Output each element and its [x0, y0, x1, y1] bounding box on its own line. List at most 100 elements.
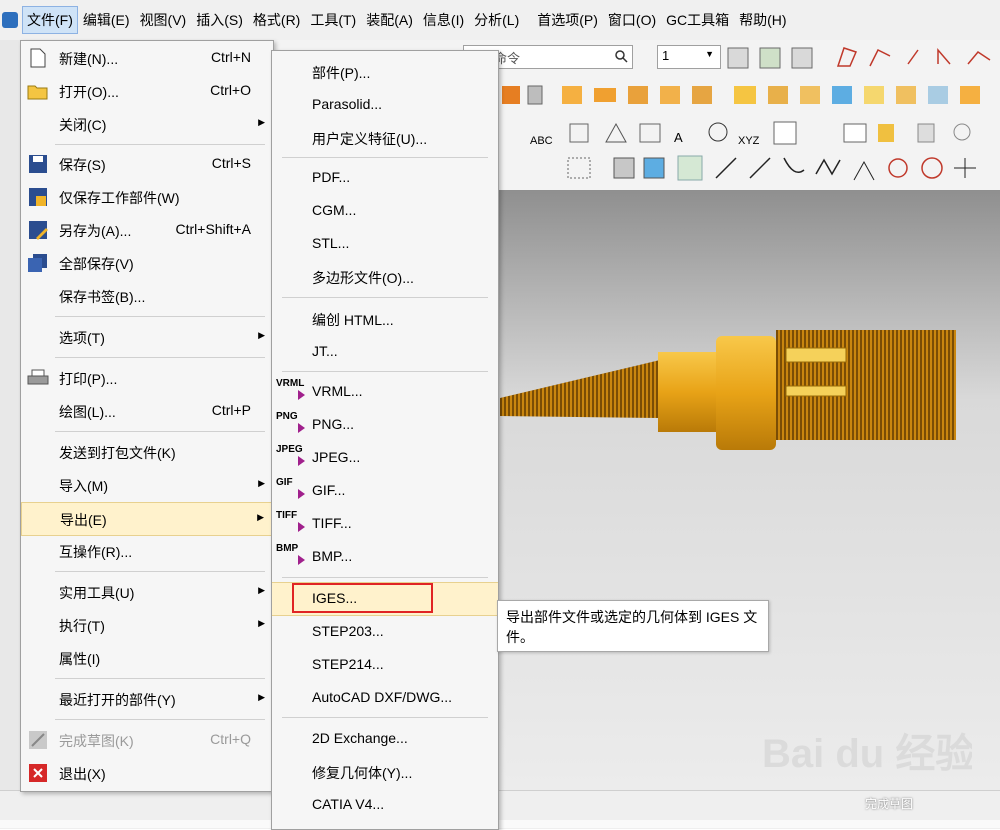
export-udf-item[interactable]: 用户定义特征(U)... — [272, 122, 498, 154]
status-bar — [0, 820, 1000, 828]
printer-icon — [25, 365, 51, 391]
toolbar-row3-icons: ABC A XYZ — [530, 121, 971, 147]
export-png-item[interactable]: PNG PNG... — [272, 409, 498, 441]
menu-separator — [282, 297, 488, 298]
export-bmp-item[interactable]: BMP BMP... — [272, 541, 498, 573]
export-step214-item[interactable]: STEP214... — [272, 649, 498, 681]
xyz-label: XYZ — [738, 135, 760, 147]
menu-separator — [55, 571, 265, 572]
export-dxf-dwg-item[interactable]: AutoCAD DXF/DWG... — [272, 682, 498, 714]
export-stl-item[interactable]: STL... — [272, 228, 498, 260]
submenu-arrow-icon: ▶ — [258, 478, 265, 488]
submenu-arrow-icon: ▶ — [258, 618, 265, 628]
file-save-as-item[interactable]: 另存为(A)... Ctrl+Shift+A — [21, 214, 273, 246]
jpeg-icon: JPEG — [276, 444, 306, 472]
vrml-icon: VRML — [276, 378, 306, 406]
menu-separator — [282, 577, 488, 578]
export-pdf-item[interactable]: PDF... — [272, 162, 498, 194]
file-exit-item[interactable]: 退出(X) — [21, 757, 273, 789]
finish-sketch-button[interactable]: 完成草图 — [865, 795, 913, 812]
menu-gc-toolbox[interactable]: GC工具箱 — [661, 6, 734, 34]
toolbar-icons: ABC A XYZ — [502, 47, 991, 181]
exit-icon — [25, 760, 51, 786]
baidu-paw-logo: Bai du 经验 — [762, 732, 975, 776]
finish-sketch-icon — [25, 727, 51, 753]
export-parasolid-item[interactable]: Parasolid... — [272, 89, 498, 121]
export-repair-geometry-item[interactable]: 修复几何体(Y)... — [272, 756, 498, 788]
export-jpeg-item[interactable]: JPEG JPEG... — [272, 442, 498, 474]
menu-assembly[interactable]: 装配(A) — [361, 6, 418, 34]
export-2d-exchange-item[interactable]: 2D Exchange... — [272, 723, 498, 755]
menu-format[interactable]: 格式(R) — [248, 6, 305, 34]
menu-separator — [282, 371, 488, 372]
iges-tooltip: 导出部件文件或选定的几何体到 IGES 文件。 — [497, 600, 769, 652]
export-gif-item[interactable]: GIF GIF... — [272, 475, 498, 507]
file-plot-item[interactable]: 绘图(L)... Ctrl+P — [21, 395, 273, 427]
abc-label: ABC — [530, 135, 553, 147]
file-print-item[interactable]: 打印(P)... — [21, 362, 273, 394]
file-export-item[interactable]: 导出(E) ▶ — [21, 502, 273, 536]
iges-highlight-frame — [292, 583, 433, 613]
threaded-shaft-model — [500, 330, 956, 450]
file-finish-sketch-item: 完成草图(K) Ctrl+Q — [21, 724, 273, 756]
bmp-icon: BMP — [276, 543, 306, 571]
toolbar-row1-icons — [727, 47, 991, 69]
file-open-item[interactable]: 打开(O)... Ctrl+O — [21, 75, 273, 107]
save-icon — [25, 151, 51, 177]
menu-separator — [55, 719, 265, 720]
file-new-item[interactable]: 新建(N)... Ctrl+N — [21, 42, 273, 74]
export-part-item[interactable]: 部件(P)... — [272, 56, 498, 88]
menu-separator — [282, 717, 488, 718]
menu-preferences[interactable]: 首选项(P) — [532, 6, 603, 34]
graphics-viewport[interactable] — [440, 190, 1000, 790]
menu-bar: 文件(F) 编辑(E) 视图(V) 插入(S) 格式(R) 工具(T) 装配(A… — [0, 0, 1000, 41]
file-properties-item[interactable]: 属性(I) — [21, 642, 273, 674]
export-vrml-item[interactable]: VRML VRML... — [272, 376, 498, 408]
save-as-icon — [25, 217, 51, 243]
menu-info[interactable]: 信息(I) — [418, 6, 469, 34]
submenu-arrow-icon: ▶ — [258, 117, 265, 127]
submenu-arrow-icon: ▶ — [258, 692, 265, 702]
file-close-item[interactable]: 关闭(C) ▶ — [21, 108, 273, 140]
menu-separator — [55, 678, 265, 679]
file-utilities-item[interactable]: 实用工具(U) ▶ — [21, 576, 273, 608]
export-jt-item[interactable]: JT... — [272, 336, 498, 368]
file-save-item[interactable]: 保存(S) Ctrl+S — [21, 148, 273, 180]
menu-separator — [55, 144, 265, 145]
file-save-all-item[interactable]: 全部保存(V) — [21, 247, 273, 279]
menu-window[interactable]: 窗口(O) — [603, 6, 661, 34]
svg-text:A: A — [674, 130, 683, 145]
file-recent-parts-item[interactable]: 最近打开的部件(Y) ▶ — [21, 683, 273, 715]
export-step203-item[interactable]: STEP203... — [272, 616, 498, 648]
menu-help[interactable]: 帮助(H) — [734, 6, 791, 34]
file-interop-item[interactable]: 互操作(R)... — [21, 535, 273, 567]
export-tiff-item[interactable]: TIFF TIFF... — [272, 508, 498, 540]
file-save-work-part-item[interactable]: 仅保存工作部件(W) — [21, 181, 273, 213]
menu-view[interactable]: 视图(V) — [135, 6, 192, 34]
file-execute-item[interactable]: 执行(T) ▶ — [21, 609, 273, 641]
png-icon: PNG — [276, 411, 306, 439]
submenu-arrow-icon: ▶ — [257, 512, 264, 522]
save-work-part-icon — [25, 184, 51, 210]
toolbar-row4-icons — [567, 155, 976, 181]
baidu-watermark: Bai du 经验 — [762, 725, 975, 785]
export-polygon-item[interactable]: 多边形文件(O)... — [272, 261, 498, 293]
menu-analysis[interactable]: 分析(L) — [469, 6, 524, 34]
svg-text:Bai du 经验: Bai du 经验 — [762, 732, 972, 776]
tiff-icon: TIFF — [276, 510, 306, 538]
file-import-item[interactable]: 导入(M) ▶ — [21, 469, 273, 501]
export-catia-v4-item[interactable]: CATIA V4... — [272, 789, 498, 821]
file-send-to-package-item[interactable]: 发送到打包文件(K) — [21, 436, 273, 468]
export-html-item[interactable]: 编创 HTML... — [272, 303, 498, 335]
menu-tools[interactable]: 工具(T) — [305, 6, 361, 34]
app-logo-icon — [2, 12, 18, 28]
menu-edit[interactable]: 编辑(E) — [78, 6, 135, 34]
file-options-item[interactable]: 选项(T) ▶ — [21, 321, 273, 353]
menu-file[interactable]: 文件(F) — [22, 6, 78, 34]
submenu-arrow-icon: ▶ — [258, 330, 265, 340]
file-save-bookmark-item[interactable]: 保存书签(B)... — [21, 280, 273, 312]
menu-insert[interactable]: 插入(S) — [191, 6, 248, 34]
gif-icon: GIF — [276, 477, 306, 505]
save-all-icon — [25, 250, 51, 276]
export-cgm-item[interactable]: CGM... — [272, 195, 498, 227]
